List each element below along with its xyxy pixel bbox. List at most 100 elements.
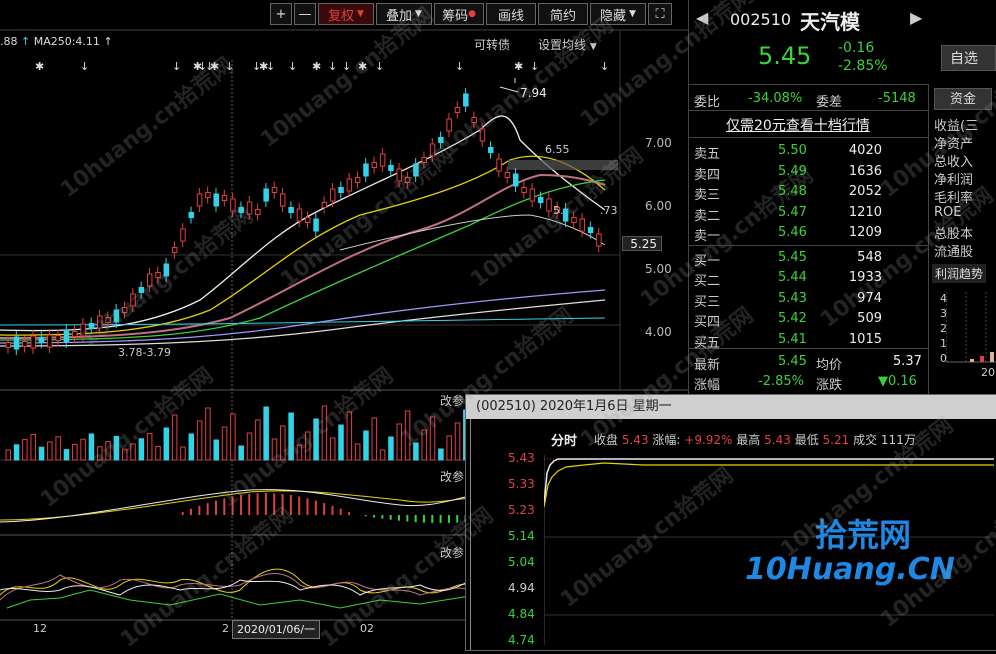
candle-body bbox=[113, 309, 120, 323]
volume-bar bbox=[379, 449, 386, 461]
price-change: -0.16 bbox=[838, 40, 875, 56]
order-label: 买五 bbox=[694, 335, 721, 351]
buy-row[interactable]: 买一 5.45 548 bbox=[688, 250, 928, 270]
logo-en: 10Huang.CN bbox=[745, 552, 955, 587]
ma20-line bbox=[0, 173, 606, 339]
arrow-down-marker-icon: ↓ bbox=[328, 60, 338, 73]
star-marker-icon: ✱ bbox=[358, 60, 368, 73]
volume-bar bbox=[5, 449, 11, 461]
volume-bar bbox=[213, 439, 219, 461]
candle-body bbox=[121, 307, 128, 313]
panel-label-macd[interactable]: 改参 bbox=[440, 468, 464, 485]
sell-row[interactable]: 卖一 5.46 1209 bbox=[688, 225, 928, 245]
candle-body bbox=[188, 212, 195, 218]
order-volume: 1015 bbox=[848, 331, 882, 347]
candle-body bbox=[80, 323, 86, 337]
volume-bar bbox=[338, 424, 344, 461]
zuidi-label: 最低 bbox=[794, 433, 819, 447]
popup-y-label: 4.84 bbox=[508, 607, 535, 621]
logo-cn: 拾荒网 bbox=[815, 516, 912, 554]
chengjiao-value: 111万 bbox=[880, 433, 916, 447]
zixuan-button[interactable]: 自选 bbox=[941, 45, 996, 71]
order-price: 5.42 bbox=[778, 311, 807, 326]
kdj-j-line bbox=[0, 579, 471, 596]
candle-body bbox=[363, 163, 369, 177]
candle-body bbox=[305, 217, 311, 223]
candle-body bbox=[413, 163, 419, 177]
popup-title[interactable]: (002510) 2020年1月6日 星期一 bbox=[466, 395, 996, 419]
date-tick-2: 2 bbox=[222, 622, 229, 635]
volume-bar bbox=[313, 418, 319, 461]
volume-bar bbox=[180, 446, 186, 461]
price-label-4: 4.00 bbox=[645, 325, 672, 339]
ten-level-link[interactable]: 仅需20元查看十档行情 bbox=[726, 115, 870, 135]
tab-fenshi[interactable]: 分时 bbox=[551, 430, 577, 449]
volume-bar bbox=[388, 436, 394, 461]
candle-body bbox=[13, 336, 20, 350]
fundamental-item: 净资产 bbox=[934, 137, 974, 152]
order-label: 卖二 bbox=[694, 208, 721, 224]
order-price: 5.50 bbox=[778, 143, 807, 158]
volume-bars bbox=[5, 405, 469, 461]
candle-body bbox=[504, 172, 511, 178]
candle-body bbox=[155, 272, 161, 278]
volume-bar bbox=[121, 448, 128, 461]
volume-bar bbox=[413, 442, 419, 461]
fundamental-item: ROE bbox=[934, 205, 962, 220]
low-annotation: 3.78-3.79 bbox=[118, 346, 171, 359]
volume-bar bbox=[196, 420, 203, 461]
volume-bar bbox=[30, 433, 36, 461]
kdj-extra-line bbox=[6, 589, 471, 609]
next-stock-icon[interactable]: ▶ bbox=[910, 8, 922, 27]
date-tick-12: 12 bbox=[33, 622, 47, 635]
order-label: 买四 bbox=[694, 315, 721, 330]
trend-axis-label: 3 bbox=[940, 307, 947, 320]
trend-bar bbox=[980, 356, 984, 362]
volume-bar bbox=[146, 433, 153, 461]
fundamental-item: 总收入 bbox=[934, 155, 974, 170]
candle-body bbox=[371, 162, 378, 168]
sell-row[interactable]: 卖五 5.50 4020 bbox=[688, 143, 928, 163]
kdj-k-line bbox=[0, 568, 471, 596]
volume-bar bbox=[280, 425, 286, 461]
sell-row[interactable]: 卖四 5.49 1636 bbox=[688, 164, 928, 184]
candle-body bbox=[246, 201, 253, 215]
buy-row[interactable]: 买二 5.44 1933 bbox=[688, 270, 928, 290]
candle-body bbox=[97, 315, 103, 329]
panel-label-kdj[interactable]: 改参 bbox=[440, 544, 464, 561]
volume-bar bbox=[446, 435, 452, 461]
trend-axis-label: 1 bbox=[940, 337, 947, 350]
volume-bar bbox=[263, 406, 269, 461]
arrow-down-marker-icon: ↓ bbox=[530, 60, 540, 73]
candlesticks bbox=[5, 88, 602, 355]
sell-row[interactable]: 卖三 5.48 2052 bbox=[688, 184, 928, 204]
trend-axis-label: 2 bbox=[940, 322, 947, 335]
volume-bar bbox=[80, 438, 86, 461]
prev-stock-icon[interactable]: ◀ bbox=[696, 8, 708, 27]
trend-bar bbox=[970, 359, 974, 362]
volume-bar bbox=[171, 414, 178, 461]
buy-row[interactable]: 买五 5.41 1015 bbox=[688, 332, 928, 352]
candle-body bbox=[72, 331, 78, 337]
candle-body bbox=[346, 178, 353, 192]
buy-row[interactable]: 买三 5.43 974 bbox=[688, 291, 928, 311]
order-price: 5.41 bbox=[778, 331, 807, 347]
volume-bar bbox=[221, 426, 228, 461]
order-price: 5.43 bbox=[778, 290, 807, 306]
order-volume: 1209 bbox=[848, 225, 882, 240]
panel-label-volume[interactable]: 改参 bbox=[440, 392, 464, 409]
price-label-5: 5.00 bbox=[645, 262, 672, 276]
candle-body bbox=[238, 207, 244, 213]
sell-row[interactable]: 卖二 5.47 1210 bbox=[688, 205, 928, 225]
buy-row[interactable]: 买四 5.42 509 bbox=[688, 311, 928, 331]
volume-bar bbox=[346, 411, 353, 461]
tab-zijin[interactable]: 资金 bbox=[934, 88, 992, 110]
candle-body bbox=[479, 128, 486, 142]
candle-body bbox=[163, 263, 170, 277]
popup-y-label: 4.74 bbox=[508, 633, 535, 647]
candle-body bbox=[130, 293, 136, 307]
candle-body bbox=[587, 227, 594, 233]
mid-annotation: 6.55 bbox=[545, 143, 570, 156]
volume-bar bbox=[88, 433, 95, 461]
candle-body bbox=[146, 273, 153, 287]
